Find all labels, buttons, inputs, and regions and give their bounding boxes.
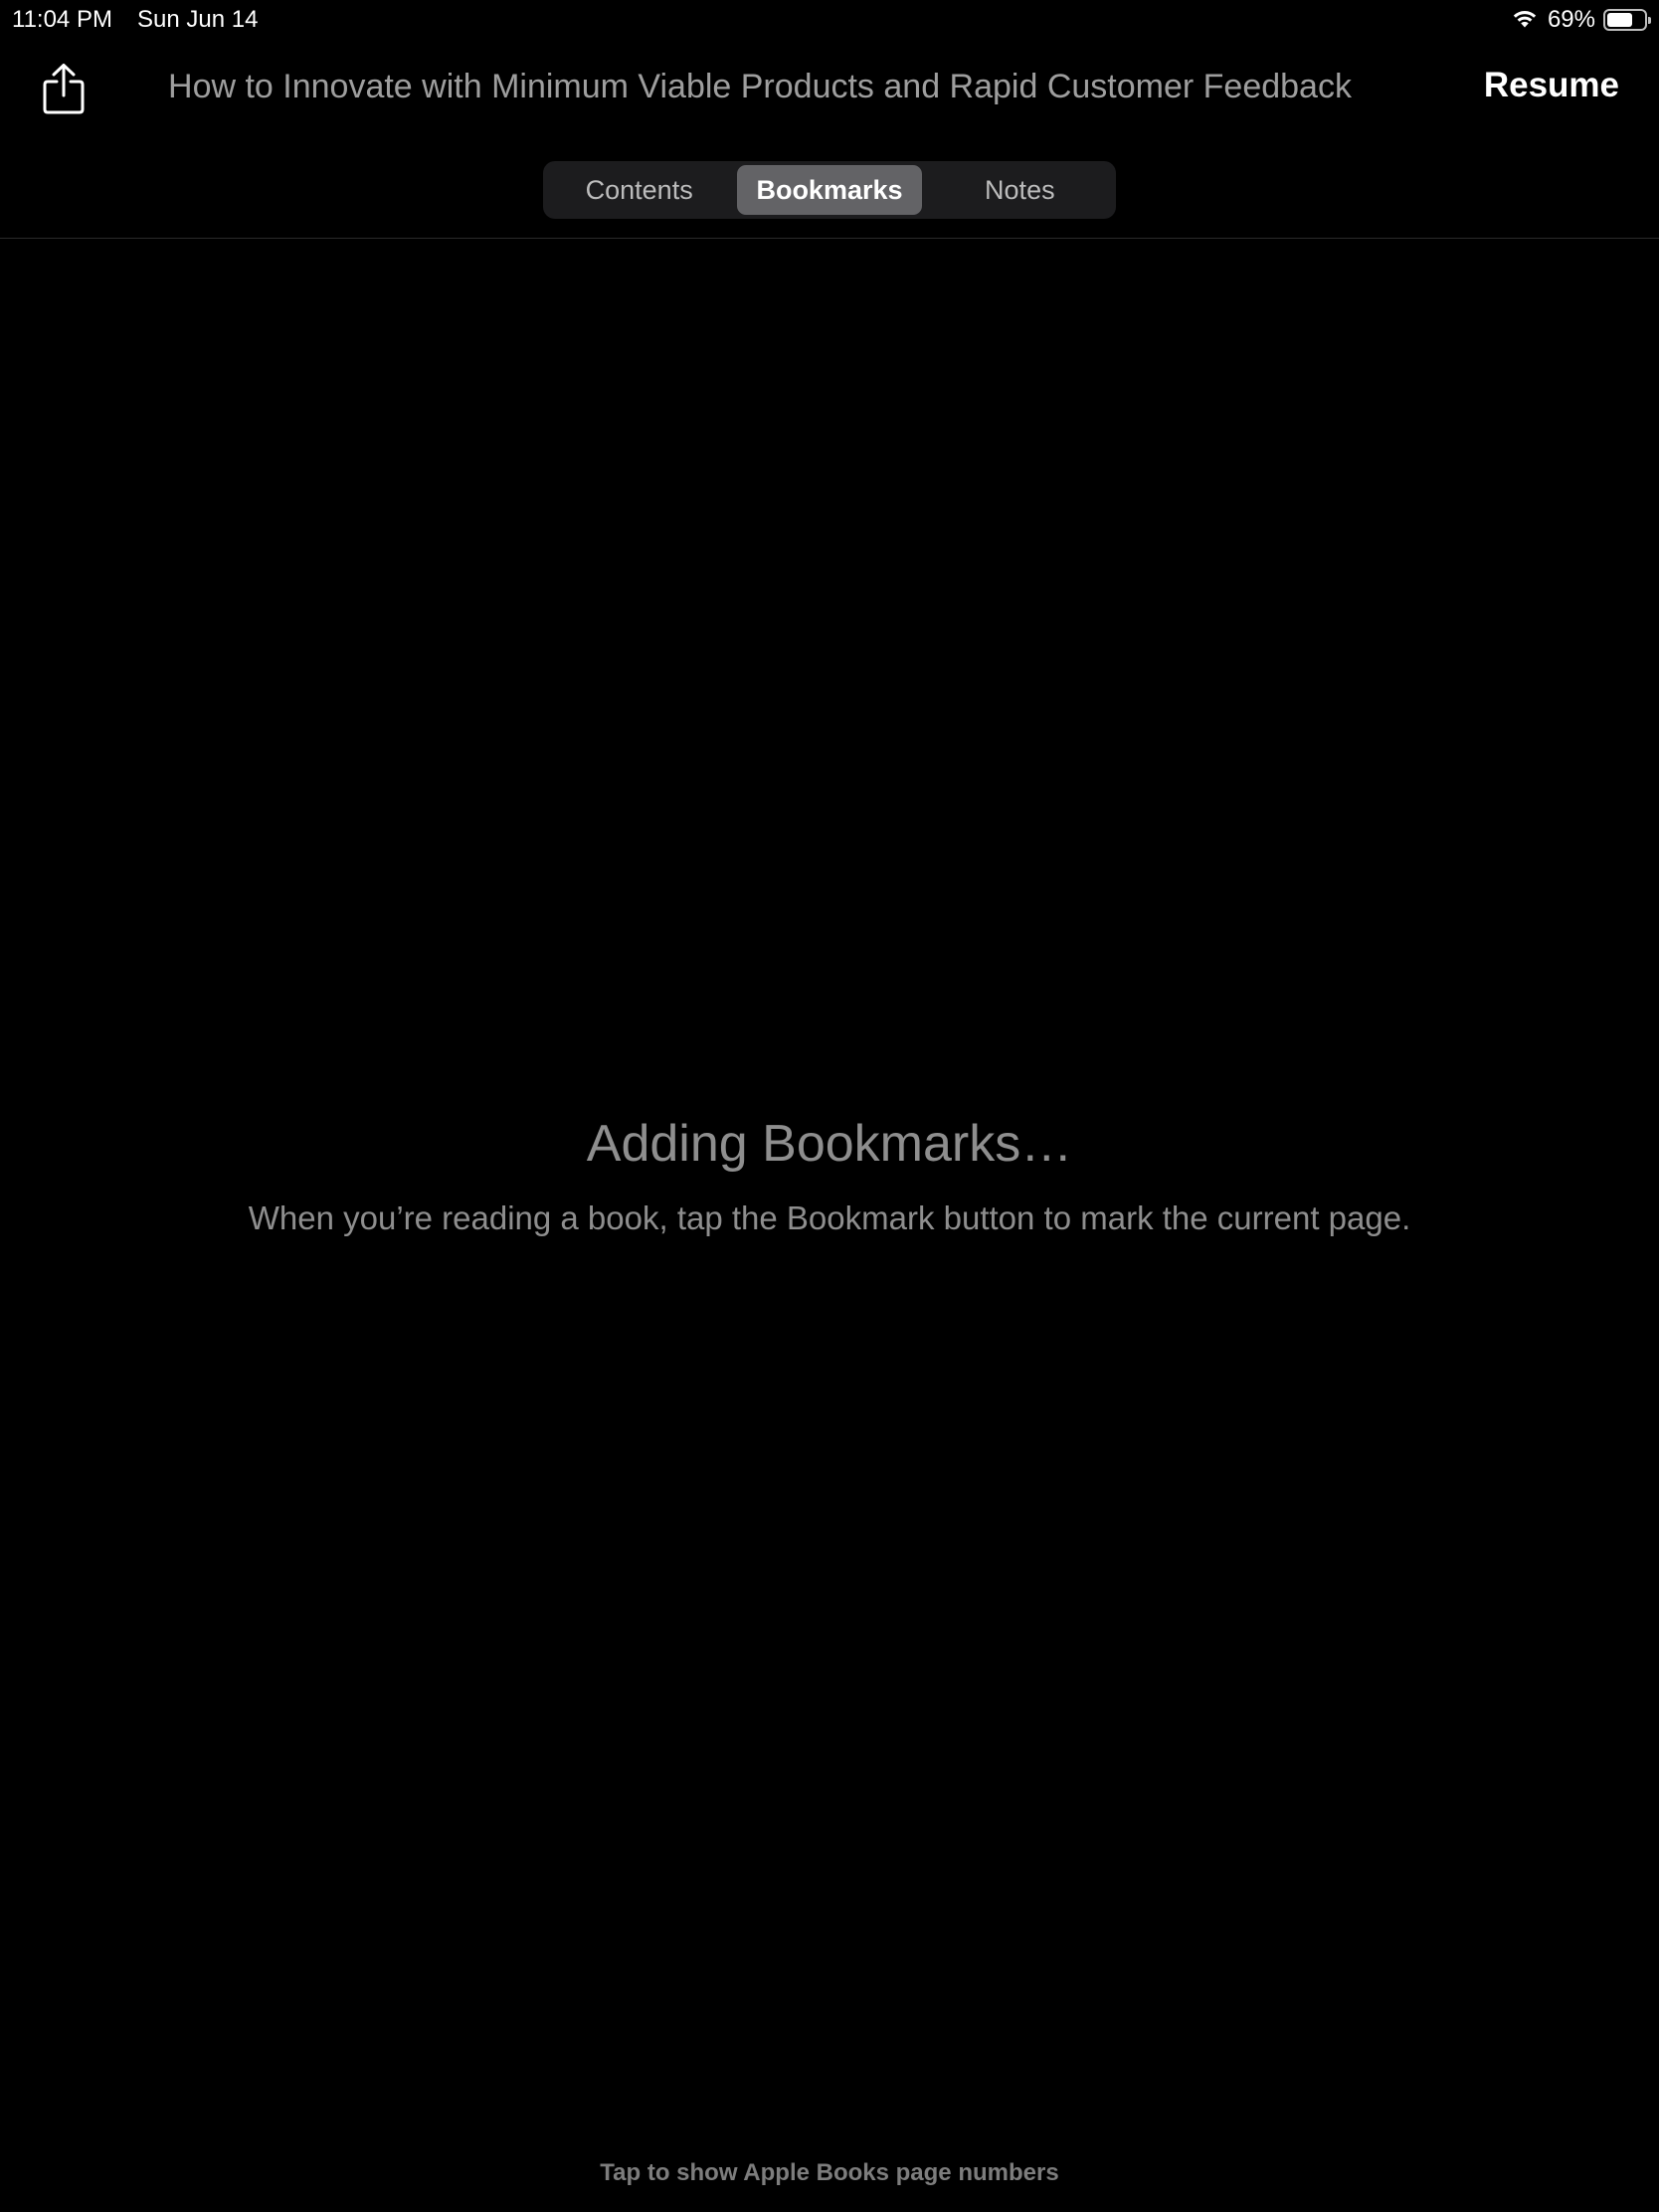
tab-notes[interactable]: Notes <box>928 165 1112 215</box>
battery-fill <box>1607 13 1632 27</box>
share-button[interactable] <box>36 60 92 121</box>
empty-state-message: When you’re reading a book, tap the Book… <box>248 1199 1411 1236</box>
status-bar: 11:04 PM Sun Jun 14 69% <box>0 0 1659 40</box>
status-date: Sun Jun 14 <box>137 6 259 33</box>
battery-percent: 69% <box>1547 6 1595 33</box>
page-numbers-hint[interactable]: Tap to show Apple Books page numbers <box>0 2159 1659 2187</box>
resume-button[interactable]: Resume <box>1484 66 1619 105</box>
book-title: How to Innovate with Minimum Viable Prod… <box>168 68 1352 105</box>
status-indicators: 69% <box>1510 4 1651 36</box>
share-icon <box>42 63 86 119</box>
segmented-control: Contents Bookmarks Notes <box>543 161 1116 219</box>
battery-tip <box>1648 17 1651 24</box>
status-time: 11:04 PM <box>12 6 112 33</box>
tab-contents[interactable]: Contents <box>547 165 731 215</box>
empty-state-title: Adding Bookmarks… <box>586 1115 1073 1173</box>
battery-icon <box>1603 9 1651 31</box>
wifi-icon <box>1510 6 1540 35</box>
header-divider <box>0 238 1659 239</box>
tab-bookmarks[interactable]: Bookmarks <box>737 165 922 215</box>
